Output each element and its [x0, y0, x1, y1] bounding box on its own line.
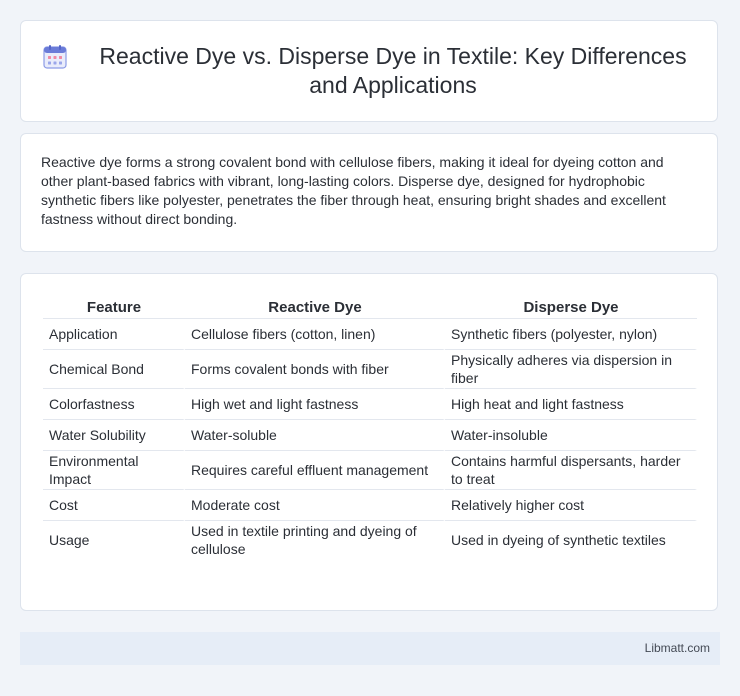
table-row: Chemical Bond Forms covalent bonds with …: [43, 350, 697, 389]
footer-brand-link[interactable]: Libmatt.com: [645, 641, 710, 655]
comparison-card: Feature Reactive Dye Disperse Dye Applic…: [20, 273, 718, 611]
reactive-cell: Moderate cost: [185, 490, 445, 521]
reactive-cell: High wet and light fastness: [185, 389, 445, 420]
footer-bar: Libmatt.com: [20, 632, 720, 665]
intro-card: Reactive dye forms a strong covalent bon…: [20, 133, 718, 252]
disperse-cell: High heat and light fastness: [445, 389, 697, 420]
intro-paragraph: Reactive dye forms a strong covalent bon…: [41, 154, 666, 227]
reactive-cell: Forms covalent bonds with fiber: [185, 350, 445, 389]
header-feature: Feature: [43, 294, 185, 319]
feature-cell: Water Solubility: [43, 420, 185, 451]
table-row: Colorfastness High wet and light fastnes…: [43, 389, 697, 420]
feature-cell: Colorfastness: [43, 389, 185, 420]
feature-cell: Usage: [43, 521, 185, 559]
comparison-table: Feature Reactive Dye Disperse Dye Applic…: [43, 294, 697, 559]
table-row: Cost Moderate cost Relatively higher cos…: [43, 490, 697, 521]
header-disperse-dye: Disperse Dye: [445, 294, 697, 319]
reactive-cell: Cellulose fibers (cotton, linen): [185, 319, 445, 350]
table-row: Water Solubility Water-soluble Water-ins…: [43, 420, 697, 451]
reactive-cell: Used in textile printing and dyeing of c…: [185, 521, 445, 559]
calendar-icon: [43, 45, 67, 69]
feature-cell: Environmental Impact: [43, 451, 185, 490]
table-header-row: Feature Reactive Dye Disperse Dye: [43, 294, 697, 319]
disperse-cell: Relatively higher cost: [445, 490, 697, 521]
feature-cell: Cost: [43, 490, 185, 521]
disperse-cell: Used in dyeing of synthetic textiles: [445, 521, 697, 559]
header-inner: Reactive Dye vs. Disperse Dye in Textile…: [21, 21, 717, 121]
reactive-cell: Requires careful effluent management: [185, 451, 445, 490]
page-title: Reactive Dye vs. Disperse Dye in Textile…: [99, 43, 687, 98]
header-reactive-dye: Reactive Dye: [185, 294, 445, 319]
table-row: Environmental Impact Requires careful ef…: [43, 451, 697, 490]
table-row: Usage Used in textile printing and dyein…: [43, 521, 697, 559]
table-row: Application Cellulose fibers (cotton, li…: [43, 319, 697, 350]
reactive-cell: Water-soluble: [185, 420, 445, 451]
feature-cell: Chemical Bond: [43, 350, 185, 389]
header-card: Reactive Dye vs. Disperse Dye in Textile…: [20, 20, 718, 122]
disperse-cell: Physically adheres via dispersion in fib…: [445, 350, 697, 389]
feature-cell: Application: [43, 319, 185, 350]
disperse-cell: Synthetic fibers (polyester, nylon): [445, 319, 697, 350]
disperse-cell: Water-insoluble: [445, 420, 697, 451]
disperse-cell: Contains harmful dispersants, harder to …: [445, 451, 697, 490]
